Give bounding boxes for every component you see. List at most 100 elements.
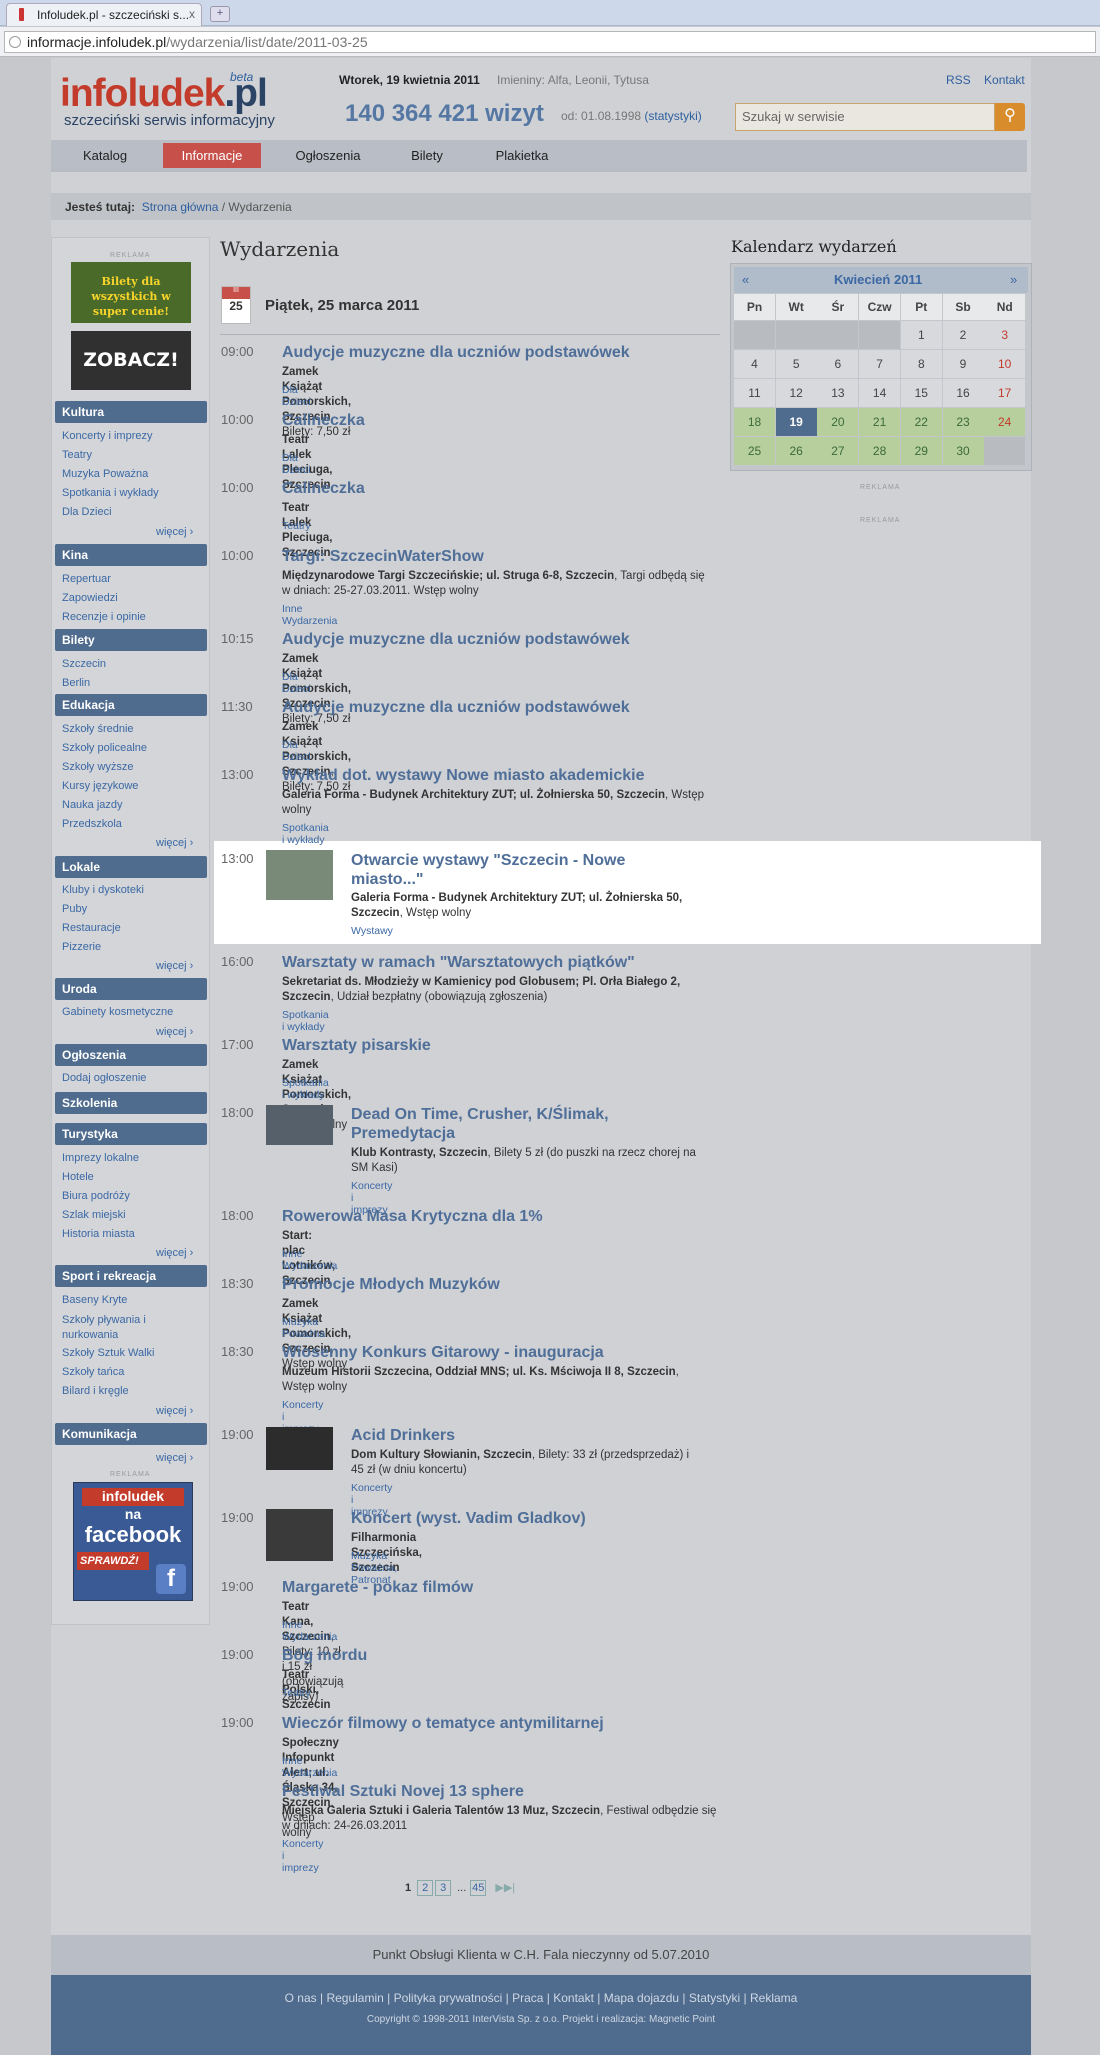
event-title[interactable]: Acid Drinkers: [351, 1427, 455, 1445]
event-category[interactable]: Inne Wydarzenia: [282, 1755, 337, 1779]
calendar-day[interactable]: 23: [942, 408, 984, 436]
page-link[interactable]: 45: [470, 1880, 487, 1896]
event-category[interactable]: Dla Dzieci: [282, 452, 311, 476]
calendar-day[interactable]: 19: [775, 408, 817, 436]
calendar-day[interactable]: 20: [817, 408, 859, 436]
nav-katalog[interactable]: Katalog: [63, 143, 147, 168]
event-category[interactable]: Dla Dzieci: [282, 739, 311, 763]
search-input[interactable]: Szukaj w serwisie: [735, 103, 995, 131]
calendar-day[interactable]: 27: [817, 437, 859, 465]
sidebar-link[interactable]: Hotele: [62, 1171, 94, 1183]
event-title[interactable]: Koncert (wyst. Vadim Gladkov): [351, 1510, 586, 1528]
event-title[interactable]: Audycje muzyczne dla uczniów podstawówek: [282, 344, 630, 362]
sidebar-link[interactable]: Restauracje: [62, 922, 121, 934]
more-link[interactable]: więcej ›: [156, 1405, 193, 1417]
sidebar-link[interactable]: Dodaj ogłoszenie: [62, 1072, 146, 1084]
sidebar-link[interactable]: Przedszkola: [62, 818, 122, 830]
sidebar-cat-uroda[interactable]: Uroda: [55, 978, 207, 1000]
nav-ogloszenia[interactable]: Ogłoszenia: [283, 143, 373, 168]
event-category[interactable]: Inne Wydarzenia: [282, 603, 337, 627]
calendar-day[interactable]: 3: [984, 321, 1026, 349]
sidebar-cat-edukacja[interactable]: Edukacja: [55, 694, 207, 716]
calendar-day[interactable]: 28: [859, 437, 901, 465]
sidebar-link[interactable]: Historia miasta: [62, 1228, 135, 1240]
stats-link[interactable]: (statystyki): [644, 109, 701, 123]
sidebar-cat-lokale[interactable]: Lokale: [55, 856, 207, 878]
prev-month-button[interactable]: «: [742, 272, 749, 287]
event-title[interactable]: Wieczór filmowy o tematyce antymilitarne…: [282, 1715, 604, 1733]
calendar-day[interactable]: 29: [900, 437, 942, 465]
sidebar-link[interactable]: Gabinety kosmetyczne: [62, 1006, 173, 1018]
event-title[interactable]: Wykład dot. wystawy Nowe miasto akademic…: [282, 767, 645, 785]
event-title[interactable]: Warsztaty pisarskie: [282, 1037, 431, 1055]
browser-tab[interactable]: Infoludek.pl - szczeciński s... x: [6, 3, 202, 26]
calendar-day[interactable]: 17: [984, 379, 1026, 407]
event-title[interactable]: Audycje muzyczne dla uczniów podstawówek: [282, 699, 630, 717]
calendar-day[interactable]: 1: [900, 321, 942, 349]
more-link[interactable]: więcej ›: [156, 837, 193, 849]
sidebar-link[interactable]: Szczecin: [62, 658, 106, 670]
calendar-day[interactable]: 10: [984, 350, 1026, 378]
sidebar-link[interactable]: Baseny Kryte: [62, 1294, 127, 1306]
event-title[interactable]: Wiosenny Konkurs Gitarowy - inauguracja: [282, 1344, 604, 1362]
last-page-icon[interactable]: ▶|: [504, 1882, 515, 1894]
zobacz-ad-banner[interactable]: ZOBACZ!: [71, 331, 191, 390]
event-title[interactable]: Otwarcie wystawy "Szczecin - Nowe miasto…: [351, 851, 671, 889]
sidebar-link[interactable]: Koncerty i imprezy: [62, 430, 152, 442]
sidebar-link[interactable]: Zapowiedzi: [62, 592, 118, 604]
url-field[interactable]: informacje.infoludek.pl/wydarzenia/list/…: [4, 31, 1096, 53]
new-tab-button[interactable]: +: [210, 6, 230, 22]
sidebar-link[interactable]: Imprezy lokalne: [62, 1152, 139, 1164]
sidebar-link[interactable]: Recenzje i opinie: [62, 611, 146, 623]
event-category[interactable]: Spotkania i wykłady: [282, 822, 329, 846]
event-category[interactable]: Wystawy: [351, 925, 393, 937]
calendar-day[interactable]: 15: [900, 379, 942, 407]
close-tab-icon[interactable]: x: [189, 7, 195, 21]
calendar-day[interactable]: 13: [817, 379, 859, 407]
calendar-day[interactable]: 12: [775, 379, 817, 407]
sidebar-link[interactable]: Kluby i dyskoteki: [62, 884, 144, 896]
event-thumbnail[interactable]: [266, 1105, 333, 1145]
calendar-day[interactable]: 4: [734, 350, 775, 378]
sidebar-link[interactable]: Szkoły wyższe: [62, 761, 134, 773]
event-category[interactable]: Inne Wydarzenia: [282, 1619, 337, 1643]
more-link[interactable]: więcej ›: [156, 526, 193, 538]
event-category[interactable]: Inne Wydarzenia: [282, 1248, 337, 1272]
sidebar-cat-ogloszenia[interactable]: Ogłoszenia: [55, 1044, 207, 1066]
sidebar-cat-turystyka[interactable]: Turystyka: [55, 1123, 207, 1145]
sidebar-link[interactable]: Szkoły Sztuk Walki: [62, 1347, 155, 1359]
event-category[interactable]: Dla Dzieci: [282, 384, 311, 408]
calendar-day[interactable]: 2: [942, 321, 984, 349]
calendar-day[interactable]: 14: [859, 379, 901, 407]
event-thumbnail[interactable]: [266, 850, 333, 900]
event-title[interactable]: Targi: SzczecinWaterShow: [282, 548, 484, 566]
more-link[interactable]: więcej ›: [156, 1452, 193, 1464]
sidebar-link[interactable]: Dla Dzieci: [62, 506, 112, 518]
calendar-day[interactable]: 25: [734, 437, 775, 465]
event-category[interactable]: Spotkania i wykłady: [282, 1009, 329, 1033]
sidebar-link[interactable]: Kursy językowe: [62, 780, 138, 792]
footer-links[interactable]: O nas | Regulamin | Polityka prywatności…: [51, 1991, 1031, 2005]
facebook-ad-banner[interactable]: infoludek na facebook SPRAWDŹ! f: [73, 1482, 193, 1601]
sidebar-link[interactable]: Nauka jazdy: [62, 799, 123, 811]
event-title[interactable]: Calineczka: [282, 480, 365, 498]
more-link[interactable]: więcej ›: [156, 1247, 193, 1259]
event-title[interactable]: Margarete - pokaz filmów: [282, 1579, 473, 1597]
breadcrumb-home[interactable]: Strona główna: [142, 200, 219, 214]
event-title[interactable]: Rowerowa Masa Krytyczna dla 1%: [282, 1208, 543, 1226]
calendar-day[interactable]: 16: [942, 379, 984, 407]
next-month-button[interactable]: »: [1010, 272, 1017, 287]
event-thumbnail[interactable]: [266, 1427, 333, 1470]
event-title[interactable]: Warsztaty w ramach "Warsztatowych piątkó…: [282, 954, 635, 972]
sidebar-link[interactable]: Berlin: [62, 677, 90, 689]
nav-plakietka[interactable]: Plakietka: [478, 143, 566, 168]
calendar-day[interactable]: 21: [859, 408, 901, 436]
sidebar-link[interactable]: Pizzerie: [62, 941, 101, 953]
calendar-day[interactable]: 7: [859, 350, 901, 378]
event-category[interactable]: Teatry: [282, 520, 311, 532]
sidebar-link[interactable]: Szkoły policealne: [62, 742, 147, 754]
more-link[interactable]: więcej ›: [156, 960, 193, 972]
calendar-day[interactable]: 6: [817, 350, 859, 378]
calendar-day[interactable]: 24: [984, 408, 1026, 436]
sidebar-cat-bilety[interactable]: Bilety: [55, 629, 207, 651]
